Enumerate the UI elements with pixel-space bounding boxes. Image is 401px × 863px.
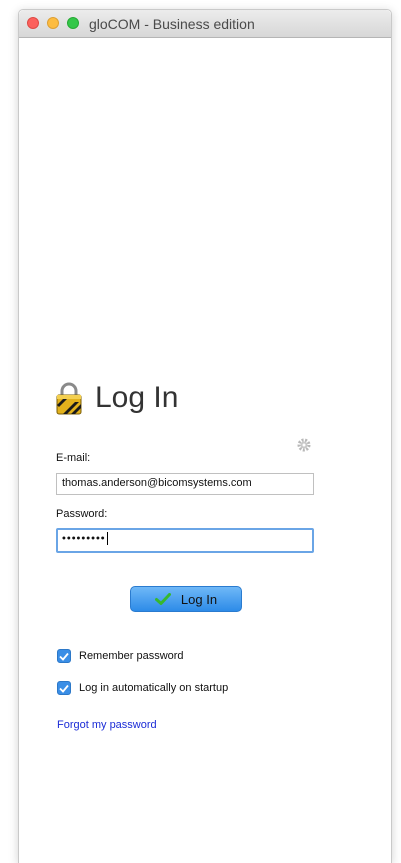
password-field[interactable]: ••••••••• — [56, 528, 314, 553]
close-window-button[interactable] — [27, 17, 39, 29]
login-button[interactable]: Log In — [130, 586, 242, 612]
auto-login-checkbox[interactable] — [57, 681, 71, 695]
window-title: gloCOM - Business edition — [89, 16, 255, 32]
password-label: Password: — [56, 508, 108, 520]
forgot-password-link[interactable]: Forgot my password — [57, 719, 157, 731]
password-value: ••••••••• — [62, 532, 106, 545]
remember-password-checkbox[interactable] — [57, 649, 71, 663]
login-title: Log In — [95, 381, 179, 414]
zoom-window-button[interactable] — [67, 17, 79, 29]
text-caret — [106, 532, 108, 545]
remember-password-label[interactable]: Remember password — [79, 650, 184, 662]
checkmark-icon — [59, 684, 69, 693]
minimize-window-button[interactable] — [47, 17, 59, 29]
login-header: Log In — [55, 378, 178, 418]
email-label: E-mail: — [56, 452, 91, 464]
gear-icon[interactable] — [297, 438, 311, 452]
app-window: gloCOM - Business edition — [18, 9, 392, 863]
remember-password-row[interactable]: Remember password — [57, 649, 184, 663]
email-field[interactable]: thomas.anderson@bicomsystems.com — [56, 473, 314, 495]
checkmark-icon — [59, 652, 69, 661]
title-bar[interactable]: gloCOM - Business edition — [19, 10, 391, 38]
auto-login-label[interactable]: Log in automatically on startup — [79, 682, 228, 694]
check-icon — [154, 593, 171, 605]
lock-icon — [56, 382, 82, 415]
login-button-label: Log In — [180, 591, 218, 607]
auto-login-row[interactable]: Log in automatically on startup — [57, 681, 228, 695]
